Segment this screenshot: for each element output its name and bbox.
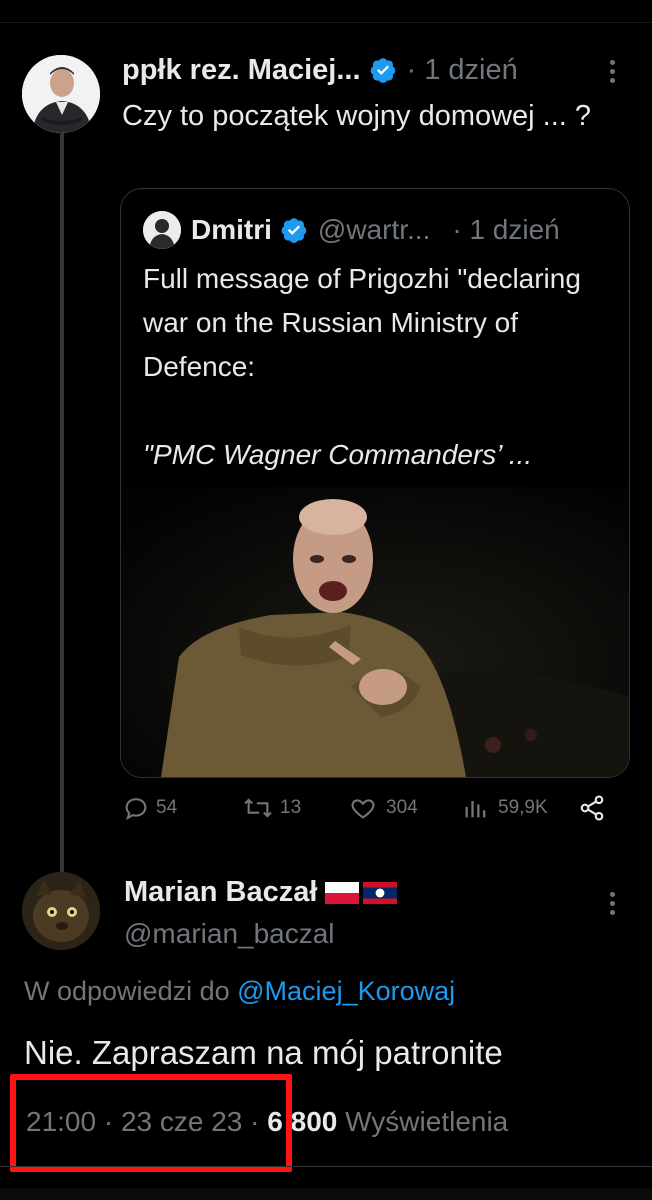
cut-off-content (0, 1188, 652, 1200)
views-count: 59,9K (498, 797, 548, 818)
thread-connector-line (60, 132, 64, 872)
analytics-icon (465, 801, 486, 818)
avatar[interactable] (22, 872, 100, 950)
views-label: Wyświetlenia (345, 1106, 509, 1137)
like-count: 304 (386, 797, 418, 818)
quoted-media-image[interactable] (121, 487, 629, 777)
reply-author-name[interactable]: Marian Baczał (124, 876, 317, 909)
tweet-text: Czy to początek wojny domowej ... ? (122, 100, 592, 132)
poland-flag-icon (325, 881, 360, 904)
replying-to-link[interactable]: @Maciej_Korowaj (237, 976, 455, 1006)
tweet-header: ppłk rez. Maciej... · 1 dzień (122, 50, 518, 90)
red-highlight-box (10, 1074, 292, 1172)
laos-flag-icon (363, 881, 398, 904)
replying-prefix: W odpowiedzi do (24, 976, 230, 1006)
replying-to: W odpowiedzi do @Maciej_Korowaj (24, 976, 455, 1007)
reply-author-handle[interactable]: @marian_baczal (124, 918, 335, 950)
share-action[interactable] (578, 794, 606, 822)
profile-photo-icon (22, 872, 100, 950)
verified-badge-icon (281, 218, 307, 243)
retweet-count: 13 (280, 797, 302, 818)
reply-count: 54 (156, 797, 178, 818)
quoted-handle: @wartr... (317, 214, 431, 245)
quoted-avatar (143, 211, 181, 249)
tweet-time[interactable]: · 1 dzień (407, 54, 518, 87)
more-options-icon[interactable] (600, 888, 624, 928)
top-divider (0, 22, 652, 23)
bottom-divider (0, 1166, 652, 1167)
avatar[interactable] (22, 55, 100, 133)
like-action[interactable]: 304 (348, 794, 418, 822)
more-options-icon[interactable] (600, 56, 624, 96)
reply-action[interactable]: 54 (122, 794, 177, 822)
video-thumbnail-icon (121, 487, 629, 777)
verified-badge-icon (370, 58, 395, 83)
reply-icon (125, 798, 147, 821)
quoted-body: Full message of Prigozhi "declaring war … (143, 263, 581, 382)
retweet-action[interactable]: 13 (242, 794, 301, 822)
quoted-author-name: Dmitri (191, 214, 272, 245)
heart-icon (351, 799, 375, 819)
share-icon (580, 795, 604, 821)
quoted-tweet-text: Full message of Prigozhi "declaring war … (143, 257, 613, 477)
quoted-italic-line: "PMC Wagner Commanders’ ... (143, 439, 533, 470)
quoted-tweet-header: Dmitri @wartr... · 1 dzień (143, 211, 560, 249)
profile-photo-icon (22, 55, 100, 133)
quoted-tweet-card[interactable]: Dmitri @wartr... · 1 dzień Full message … (120, 188, 630, 778)
quoted-time: · 1 dzień (452, 214, 560, 245)
reply-text: Nie. Zapraszam na mój patronite (24, 1034, 503, 1071)
profile-photo-icon (143, 211, 181, 249)
tweet-actions: 54 13 304 59,9K (120, 794, 610, 830)
retweet-icon (244, 798, 272, 818)
reply-author-row: Marian Baczał (124, 876, 398, 909)
views-action[interactable]: 59,9K (462, 794, 548, 822)
author-name[interactable]: ppłk rez. Maciej... (122, 54, 361, 87)
